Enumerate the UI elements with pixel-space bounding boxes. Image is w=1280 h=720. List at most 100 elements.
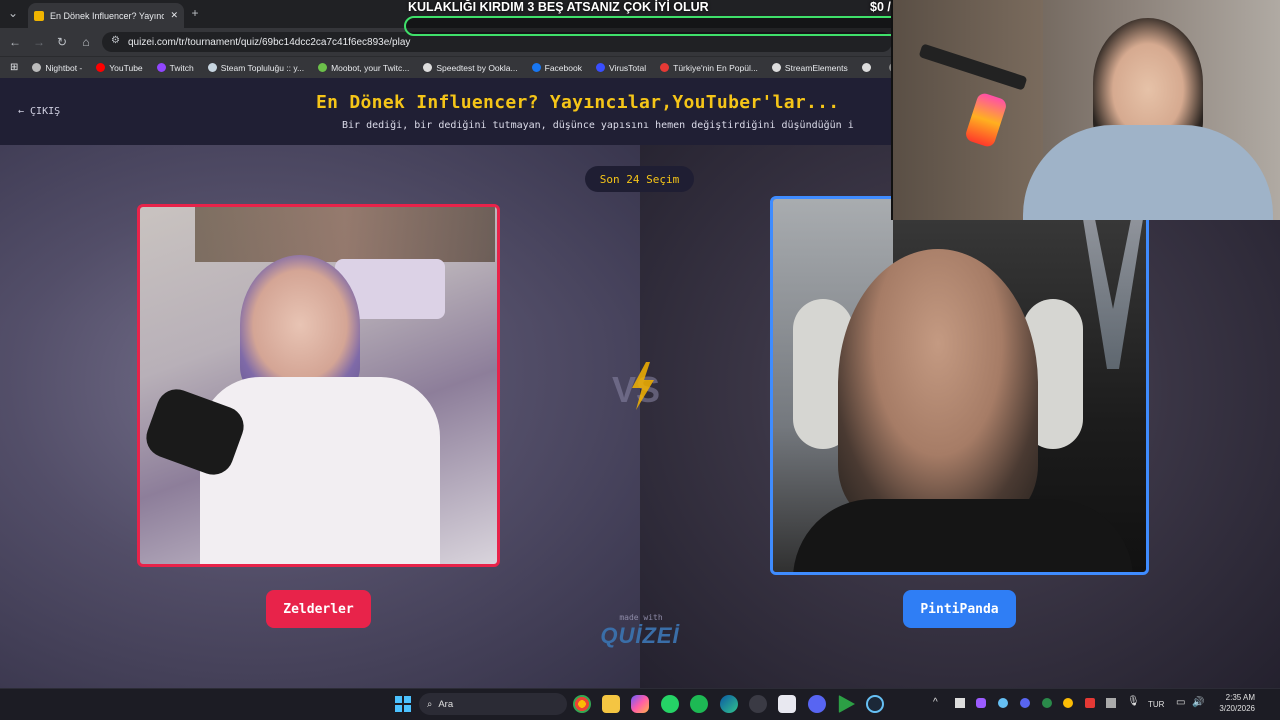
tray-discord-icon[interactable] <box>1020 698 1030 708</box>
bookmark-favicon-icon <box>660 63 670 72</box>
bookmark-item[interactable] <box>861 63 875 72</box>
tray-mic-icon[interactable]: 🎙 <box>1127 696 1140 707</box>
bookmark-item[interactable]: Moobot, your Twitc... <box>318 63 409 73</box>
store-icon[interactable] <box>778 695 796 713</box>
bookmark-favicon-icon <box>595 63 605 72</box>
tray-chrome-icon[interactable] <box>1063 698 1073 708</box>
streamer-body <box>200 377 440 564</box>
taskbar-search[interactable]: ⌕ Ara <box>419 693 567 715</box>
streamer-shirt <box>1023 125 1273 220</box>
bookmark-item[interactable]: Steam Topluluğu :: y... <box>207 62 305 73</box>
spotify-icon[interactable] <box>690 695 708 713</box>
webcam-overlay <box>891 0 1280 220</box>
network-icon[interactable]: ▭ <box>1176 697 1185 708</box>
tab-list-icon[interactable]: ⌄ <box>6 6 20 20</box>
chrome-icon[interactable] <box>573 695 591 713</box>
whatsapp-icon[interactable] <box>661 695 679 713</box>
donation-goal-bar <box>404 16 934 36</box>
url-text: quizei.com/tr/tournament/quiz/69bc14dcc2… <box>128 36 411 48</box>
search-icon: ⌕ <box>427 698 433 710</box>
taskbar-clock[interactable]: 2:35 AM 3/20/2026 <box>1210 692 1255 714</box>
made-with-label: made with <box>619 613 663 622</box>
bookmark-label: YouTube <box>109 62 143 73</box>
site-info-icon[interactable]: ⚙ <box>111 35 120 46</box>
bookmark-item[interactable]: Twitch <box>156 62 194 73</box>
arrow-left-icon: ← <box>18 106 25 117</box>
exit-button[interactable]: ← ÇIKIŞ <box>18 106 60 117</box>
bookmark-label: Speedtest by Ookla... <box>436 62 518 73</box>
bookmark-label: Twitch <box>169 62 194 73</box>
bookmark-label: Steam Topluluğu :: y... <box>220 62 305 73</box>
apps-icon[interactable]: ⊞ <box>10 62 18 73</box>
bookmark-item[interactable]: Nightbot - <box>32 63 82 73</box>
svg-text:VS: VS <box>612 369 660 410</box>
right-choice-card[interactable] <box>770 196 1149 575</box>
quizei-logo[interactable]: QUİZEİ <box>598 623 682 649</box>
volume-icon[interactable]: 🔊 <box>1192 697 1204 708</box>
bookmark-label: Facebook <box>544 62 582 73</box>
tray-app-icon[interactable] <box>1085 698 1095 708</box>
bookmark-favicon-icon <box>423 63 433 72</box>
edge-icon[interactable] <box>720 695 738 713</box>
bookmark-favicon-icon <box>32 63 42 72</box>
tray-steam-icon[interactable] <box>998 698 1008 708</box>
bookmark-favicon-icon <box>156 63 166 72</box>
streamer-body <box>793 499 1133 572</box>
curtain <box>893 0 1043 220</box>
start-icon[interactable] <box>395 696 411 712</box>
versus-icon: VS <box>612 362 660 410</box>
bookmark-favicon-icon <box>96 63 106 72</box>
new-tab-icon[interactable]: + <box>188 6 202 20</box>
choose-left-button[interactable]: Zelderler <box>266 590 371 628</box>
choose-right-button[interactable]: PintiPanda <box>903 590 1016 628</box>
bookmark-label: StreamElements <box>784 62 848 73</box>
bookmark-label: Türkiye'nin En Popül... <box>673 62 758 73</box>
streamer-face <box>240 255 360 395</box>
bookmark-item[interactable]: Türkiye'nin En Popül... <box>660 63 758 73</box>
clock-date: 3/20/2026 <box>1219 704 1255 713</box>
bookmark-label: Moobot, your Twitc... <box>331 62 410 73</box>
bookmark-favicon-icon <box>318 63 328 72</box>
tray-app-icon[interactable] <box>1106 698 1116 708</box>
home-icon[interactable]: ⌂ <box>79 35 93 49</box>
bookmark-item[interactable]: VirusTotal <box>595 62 647 73</box>
copilot-icon[interactable] <box>631 695 649 713</box>
logo-poster <box>1083 219 1143 369</box>
bookmark-favicon-icon <box>207 63 217 72</box>
obs-icon[interactable] <box>749 695 767 713</box>
tray-app-icon[interactable] <box>1042 698 1052 708</box>
round-badge: Son 24 Seçim <box>585 166 694 192</box>
browser-tab[interactable]: En Dönek Influencer? Yayıncılar ✕ <box>28 3 184 28</box>
streamer-face <box>838 249 1038 519</box>
steam-icon[interactable] <box>866 695 884 713</box>
clock-time: 2:35 AM <box>1225 693 1255 702</box>
tab-title: En Dönek Influencer? Yayıncılar <box>50 10 165 21</box>
bookmark-item[interactable]: YouTube <box>96 62 143 73</box>
bookmark-favicon-icon <box>531 63 541 72</box>
input-language[interactable]: TUR <box>1148 700 1164 709</box>
bookmark-favicon-icon <box>771 63 781 72</box>
donation-goal-text: KULAKLIĞI KIRDIM 3 BEŞ ATSANIZ ÇOK İYİ O… <box>408 0 709 14</box>
favicon-icon <box>34 10 44 21</box>
search-label: Ara <box>438 698 454 710</box>
tray-app-icon[interactable] <box>976 698 986 708</box>
bookmark-item[interactable]: Speedtest by Ookla... <box>423 62 518 73</box>
bookmark-item[interactable]: StreamElements <box>771 62 848 73</box>
forward-icon[interactable]: → <box>32 35 46 49</box>
exit-label: ÇIKIŞ <box>30 106 61 117</box>
bookmark-label: VirusTotal <box>608 62 647 73</box>
back-icon[interactable]: ← <box>8 35 22 49</box>
close-tab-icon[interactable]: ✕ <box>170 10 178 21</box>
discord-icon[interactable] <box>808 695 826 713</box>
left-choice-card[interactable] <box>137 204 500 567</box>
file-explorer-icon[interactable] <box>602 695 620 713</box>
bookmark-label: Nightbot - <box>45 62 83 73</box>
shelf-photo-area <box>195 207 495 262</box>
reload-icon[interactable]: ↻ <box>55 35 69 49</box>
quiz-subtitle: Bir dediği, bir dediğini tutmayan, düşün… <box>342 120 854 131</box>
quiz-title: En Dönek Influencer? Yayıncılar,YouTuber… <box>316 92 840 113</box>
tray-app-icon[interactable] <box>955 698 965 708</box>
tray-chevron-icon[interactable]: ^ <box>933 697 938 708</box>
bookmark-favicon-icon <box>861 63 871 72</box>
bookmark-item[interactable]: Facebook <box>531 62 582 73</box>
